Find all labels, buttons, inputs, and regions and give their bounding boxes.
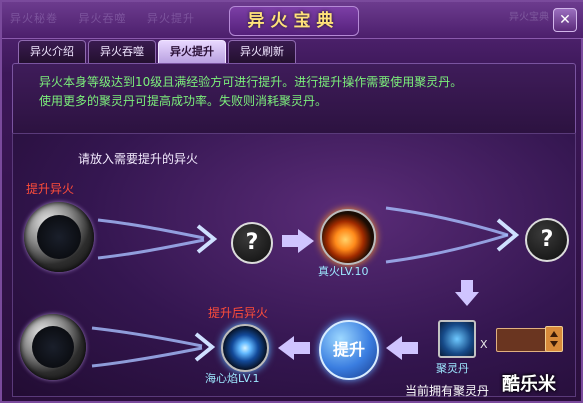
prompt-text: 请放入需要提升的异火 bbox=[78, 152, 199, 166]
tab-refresh[interactable]: 异火刷新 bbox=[228, 40, 296, 64]
description-line-2: 使用更多的聚灵丹可提高成功率。失败则消耗聚灵丹。 bbox=[39, 94, 328, 108]
left-arrow-icon bbox=[386, 336, 402, 360]
result-unknown-slot[interactable]: ? bbox=[525, 218, 569, 262]
description-panel: 异火本身等级达到10级且满经验方可进行提升。进行提升操作需要使用聚灵丹。 使用更… bbox=[12, 63, 576, 135]
description-text: 异火本身等级达到10级且满经验方可进行提升。进行提升操作需要使用聚灵丹。 使用更… bbox=[39, 73, 559, 111]
right-arrow-icon bbox=[298, 229, 314, 253]
ghost-tab: 异火吞噬 bbox=[78, 12, 127, 25]
zhenhuo-label: 真火LV.10 bbox=[318, 265, 369, 278]
upgrade-fire-label: 提升异火 bbox=[26, 182, 75, 196]
window-title: 异火宝典 bbox=[228, 6, 359, 36]
left-arrow-icon bbox=[278, 336, 294, 360]
zhenhuo-fire-icon[interactable] bbox=[320, 209, 376, 265]
game-window: 异火秘卷 异火吞噬 异火提升 异火宝典 异火宝典 ✕ 异火介绍 异火吞噬 异火提… bbox=[0, 0, 583, 403]
quantity-input[interactable] bbox=[496, 328, 550, 352]
left-arrow-shaft bbox=[294, 342, 310, 354]
flow-arrow-icon bbox=[97, 218, 218, 260]
haixinyan-label: 海心焰LV.1 bbox=[205, 372, 260, 385]
close-button[interactable]: ✕ bbox=[553, 8, 577, 32]
left-arrow-shaft bbox=[402, 342, 418, 354]
ghost-tab: 异火秘卷 bbox=[10, 12, 58, 25]
right-arrow-shaft bbox=[282, 235, 298, 247]
julingdan-label: 聚灵丹 bbox=[436, 362, 469, 375]
source-fire-slot[interactable] bbox=[24, 202, 94, 272]
background-ghost-title: 异火宝典 bbox=[509, 12, 549, 23]
upgrade-button[interactable]: 提升 bbox=[319, 320, 379, 380]
down-arrow-shaft bbox=[461, 280, 473, 292]
quantity-multiplier: X bbox=[480, 338, 488, 351]
owned-julingdan-text: 当前拥有聚灵丹 bbox=[405, 384, 490, 398]
down-arrow-icon bbox=[455, 292, 479, 306]
julingdan-item-icon[interactable] bbox=[438, 320, 476, 358]
tab-devour[interactable]: 异火吞噬 bbox=[88, 40, 156, 64]
tab-upgrade[interactable]: 异火提升 bbox=[158, 40, 226, 64]
background-ghost-tabs: 异火秘卷 异火吞噬 异火提升 bbox=[10, 10, 211, 26]
tab-intro[interactable]: 异火介绍 bbox=[18, 40, 86, 64]
result-fire-slot[interactable] bbox=[20, 314, 86, 380]
stepper-up-icon[interactable] bbox=[550, 331, 558, 337]
description-line-1: 异火本身等级达到10级且满经验方可进行提升。进行提升操作需要使用聚灵丹。 bbox=[39, 75, 463, 89]
site-watermark: 酷乐米 bbox=[502, 374, 556, 395]
flow-arrow-icon bbox=[91, 326, 216, 368]
title-bar: 异火秘卷 异火吞噬 异火提升 异火宝典 异火宝典 ✕ bbox=[2, 2, 583, 39]
unknown-fire-slot[interactable]: ? bbox=[231, 222, 273, 264]
quantity-stepper[interactable] bbox=[545, 326, 563, 352]
flow-arrow-icon bbox=[385, 206, 520, 264]
haixinyan-fire-icon[interactable] bbox=[221, 324, 269, 372]
upgraded-fire-label: 提升后异火 bbox=[208, 306, 269, 320]
stepper-down-icon[interactable] bbox=[550, 341, 558, 347]
ghost-tab: 异火提升 bbox=[147, 12, 195, 25]
